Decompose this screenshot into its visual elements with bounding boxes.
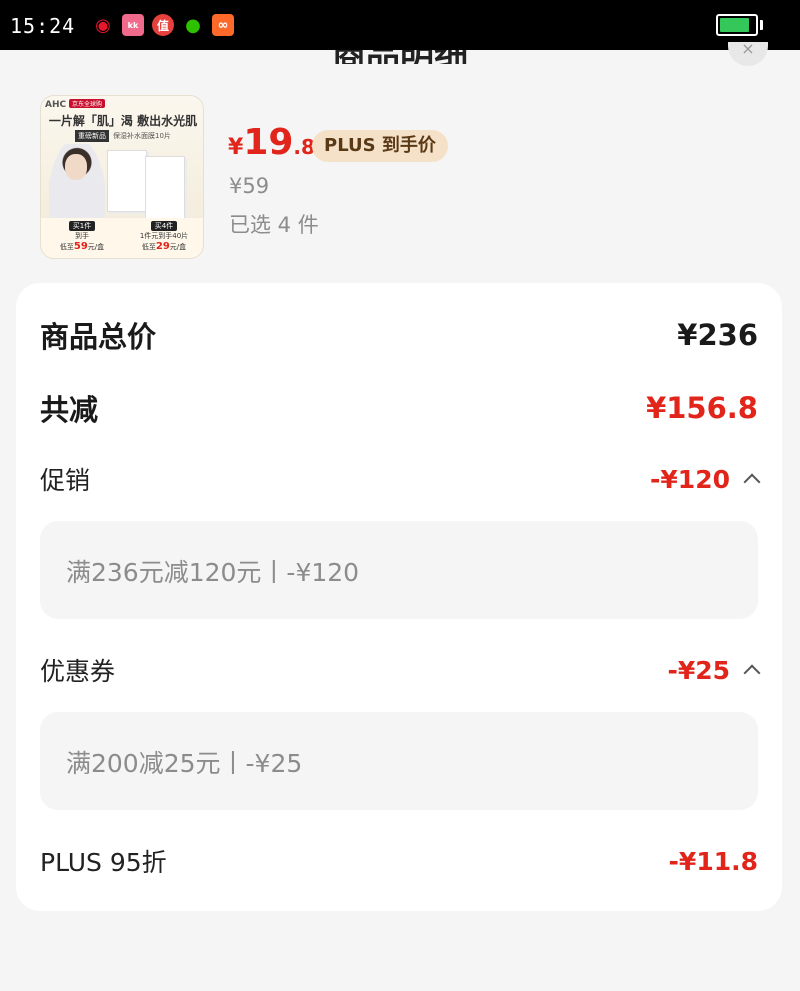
close-icon: ×	[741, 39, 755, 58]
thumb-tag: 京东全球购	[69, 99, 106, 108]
thumb-low-label: 低至	[141, 243, 156, 251]
total-price-row: 商品总价 ¥236	[40, 315, 758, 355]
price-breakdown-card: 商品总价 ¥236 共减 ¥156.8 促销 -¥120 满236元减120元丨…	[16, 283, 782, 911]
plus-discount-value: -¥11.8	[668, 846, 758, 876]
thumb-offer-unit: 元/盒	[169, 243, 187, 251]
smzdm-icon: 值	[152, 14, 174, 36]
thumb-mask-box	[107, 150, 147, 212]
price-integer: 19	[243, 122, 294, 163]
thumb-sub: 重磅新品	[75, 130, 109, 142]
thumb-offer-price: 59	[73, 241, 88, 252]
thumb-headline: 一片解「肌」渴 敷出水光肌	[48, 114, 198, 128]
thumb-sub2: 保湿补水面膜10片	[113, 132, 171, 140]
app-icon: ∞	[212, 14, 234, 36]
battery-tip	[760, 20, 763, 30]
thumb-offer-pill: 买1件	[68, 221, 96, 231]
coupon-value-group: -¥25	[667, 655, 761, 685]
selected-quantity: 已选 4 件	[229, 213, 319, 237]
thumb-offer-unit: 元/盒	[87, 243, 105, 251]
battery-icon	[716, 14, 758, 36]
kuaishou-icon: kk	[122, 14, 144, 36]
coupon-row[interactable]: 优惠券 -¥25	[40, 652, 761, 688]
coupon-value: -¥25	[667, 655, 730, 685]
total-price-value: ¥236	[677, 318, 758, 352]
status-bar: 15:24 ◉ kk 值 ● ∞	[0, 0, 800, 50]
coupon-detail: 满200减25元丨-¥25	[40, 712, 758, 810]
battery-level	[720, 18, 749, 32]
plus-price: ¥ 19 .8	[228, 122, 315, 163]
thumb-offer-strip: 买1件 到手 低至59元/盒 买4件 1件元到手40片 低至29元/盒	[41, 218, 203, 258]
thumb-offer-line: 1件元到手40片	[139, 232, 189, 240]
price-symbol: ¥	[228, 135, 244, 160]
promotion-detail: 满236元减120元丨-¥120	[40, 521, 758, 619]
product-image[interactable]: AHC 京东全球购 一片解「肌」渴 敷出水光肌 重磅新品 保湿补水面膜10片 买…	[40, 95, 204, 259]
product-detail-sheet: 商品明细 × AHC 京东全球购 一片解「肌」渴 敷出水光肌 重磅新品 保湿补水…	[0, 41, 800, 991]
promotion-row[interactable]: 促销 -¥120	[40, 461, 761, 497]
chevron-up-icon[interactable]	[743, 664, 761, 682]
promotion-value-group: -¥120	[650, 464, 761, 494]
thumb-brand: AHC	[45, 100, 67, 110]
thumb-mask-box	[145, 156, 185, 222]
thumb-offer-line: 到手	[75, 232, 89, 240]
total-reduction-value: ¥156.8	[646, 391, 758, 425]
promotion-value: -¥120	[650, 464, 730, 494]
promotion-detail-text: 满236元减120元丨-¥120	[66, 558, 360, 587]
plus-price-badge: PLUS 到手价	[312, 130, 448, 162]
status-time: 15:24	[10, 14, 76, 38]
sheet-title: 商品明细	[0, 50, 800, 64]
original-price: ¥59	[229, 174, 270, 198]
thumb-offer-left: 买1件 到手 低至59元/盒	[41, 218, 123, 258]
total-reduction-row: 共减 ¥156.8	[40, 388, 758, 428]
plus-discount-row: PLUS 95折 -¥11.8	[40, 843, 758, 879]
sheet-title-clip: 商品明细	[0, 50, 800, 66]
total-price-label: 商品总价	[40, 320, 157, 354]
thumb-face	[65, 154, 87, 180]
thumb-low-label: 低至	[59, 243, 74, 251]
total-reduction-label: 共减	[40, 393, 99, 427]
thumb-offer-pill: 买4件	[150, 221, 178, 231]
weibo-icon: ◉	[92, 14, 114, 36]
coupon-label: 优惠券	[40, 657, 116, 686]
chevron-up-icon[interactable]	[743, 473, 761, 491]
coupon-detail-text: 满200减25元丨-¥25	[66, 749, 303, 778]
thumb-offer-price: 29	[155, 241, 170, 252]
wechat-icon: ●	[182, 14, 204, 36]
plus-discount-label: PLUS 95折	[40, 848, 167, 877]
promotion-label: 促销	[40, 466, 91, 495]
thumb-offer-right: 买4件 1件元到手40片 低至29元/盒	[123, 218, 203, 258]
notification-icons: ◉ kk 值 ● ∞	[92, 14, 234, 36]
